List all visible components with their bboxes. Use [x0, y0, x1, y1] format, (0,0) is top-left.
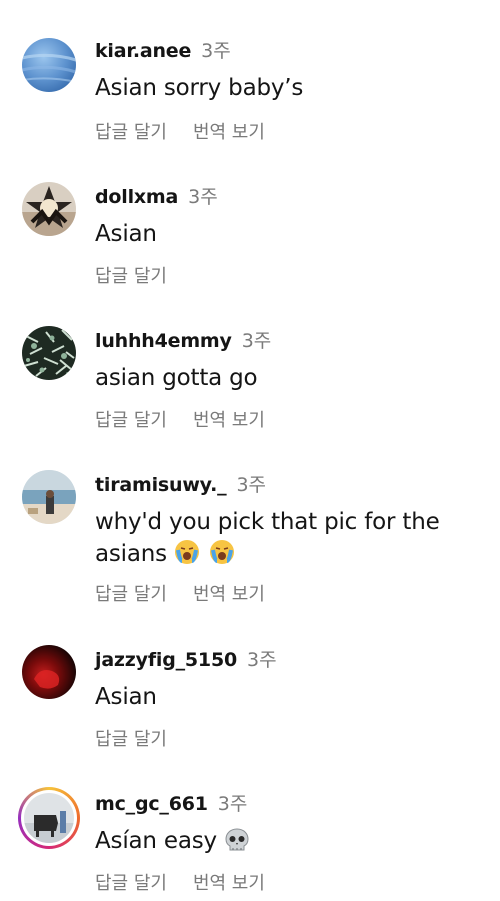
- reply-button[interactable]: 답글 달기: [95, 729, 167, 750]
- username[interactable]: luhhh4emmy: [95, 330, 232, 352]
- comment-actions: 답글 달기 번역 보기: [95, 580, 265, 606]
- username[interactable]: dollxma: [95, 186, 178, 208]
- story-ring-avatar[interactable]: [18, 787, 80, 849]
- leaves-icon: [22, 326, 76, 380]
- timestamp: 3주: [241, 330, 272, 352]
- comment-header: mc_gc_661 3주: [95, 789, 247, 816]
- username[interactable]: kiar.anee: [95, 40, 191, 62]
- see-translation-button[interactable]: 번역 보기: [193, 122, 265, 143]
- comment-text: Asian sorry baby’s: [95, 75, 304, 101]
- comment-text: why'd you pick that pic for the asians: [95, 506, 485, 574]
- comment-header: dollxma 3주: [95, 182, 218, 209]
- reply-button[interactable]: 답글 달기: [95, 584, 167, 605]
- username[interactable]: jazzyfig_5150: [95, 649, 237, 671]
- star-face-icon: [22, 182, 76, 236]
- comment-actions: 답글 달기 번역 보기: [95, 406, 265, 432]
- comment-header: tiramisuwy._ 3주: [95, 470, 266, 497]
- see-translation-button[interactable]: 번역 보기: [193, 873, 265, 894]
- red-abstract-icon: [22, 645, 76, 699]
- beach-icon: [22, 470, 76, 524]
- see-translation-button[interactable]: 번역 보기: [193, 410, 265, 431]
- username[interactable]: tiramisuwy._: [95, 474, 227, 496]
- avatar[interactable]: [22, 182, 76, 236]
- username[interactable]: mc_gc_661: [95, 793, 208, 815]
- comment-text: Asian: [95, 221, 157, 247]
- reply-button[interactable]: 답글 달기: [95, 410, 167, 431]
- timestamp: 3주: [188, 186, 218, 208]
- comment-header: luhhh4emmy 3주: [95, 326, 271, 353]
- avatar[interactable]: [22, 326, 76, 380]
- comment-actions: 답글 달기: [95, 262, 167, 288]
- comment-text-content: Asían easy: [95, 828, 217, 854]
- avatar[interactable]: [22, 645, 76, 699]
- skull-emoji-icon: [224, 828, 250, 861]
- reply-button[interactable]: 답글 달기: [95, 266, 167, 287]
- comment-text: asian gotta go: [95, 365, 258, 391]
- comment-actions: 답글 달기: [95, 725, 167, 751]
- avatar[interactable]: [22, 470, 76, 524]
- timestamp: 3주: [217, 793, 248, 815]
- see-translation-button[interactable]: 번역 보기: [193, 584, 265, 605]
- comment-text: Asían easy: [95, 825, 485, 861]
- avatar[interactable]: [22, 38, 76, 92]
- timestamp: 3주: [247, 649, 277, 671]
- comment-actions: 답글 달기 번역 보기: [95, 869, 265, 895]
- cow-photo-icon: [24, 793, 74, 843]
- comment-text: Asian: [95, 684, 157, 710]
- reply-button[interactable]: 답글 달기: [95, 122, 167, 143]
- comment-text-content: why'd you pick that pic for the asians: [95, 509, 440, 567]
- avatar: [24, 793, 74, 843]
- comment-header: kiar.anee 3주: [95, 36, 231, 63]
- comment-header: jazzyfig_5150 3주: [95, 645, 277, 672]
- comment-actions: 답글 달기 번역 보기: [95, 118, 265, 144]
- blue-sphere-icon: [22, 38, 76, 92]
- timestamp: 3주: [201, 40, 231, 62]
- timestamp: 3주: [236, 474, 267, 496]
- crying-face-emoji-icon: [174, 539, 237, 574]
- reply-button[interactable]: 답글 달기: [95, 873, 167, 894]
